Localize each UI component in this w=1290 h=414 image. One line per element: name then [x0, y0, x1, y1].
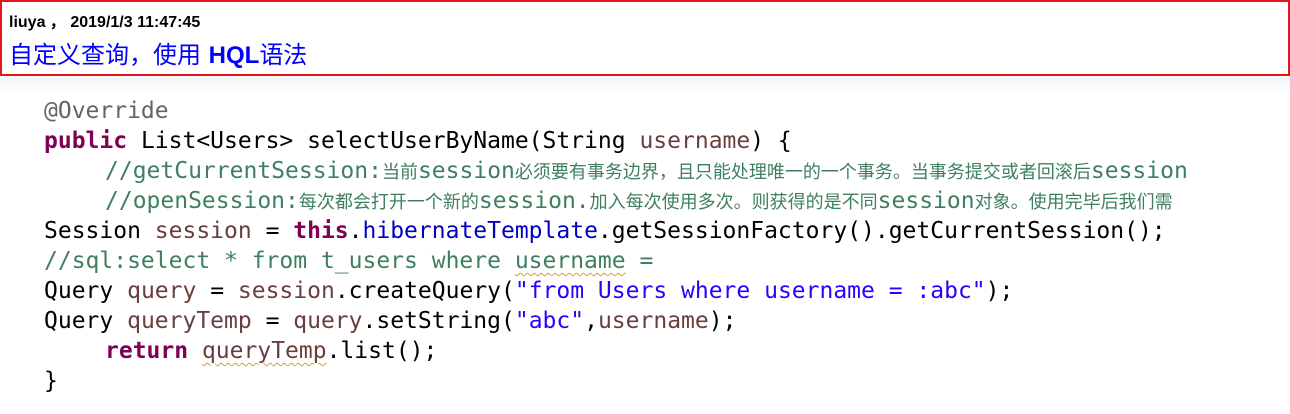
param-name-string: "abc": [514, 308, 585, 334]
var-session: session: [154, 218, 252, 244]
assign-op: =: [251, 218, 294, 244]
override-annotation: @Override: [44, 98, 169, 124]
code-line-6: //sql:select * from t_users where userna…: [44, 246, 653, 276]
note-title-suffix: 语法: [259, 41, 308, 69]
comment-text: session: [1090, 158, 1188, 184]
code-line-7: Query query = session.createQuery("from …: [44, 276, 1013, 306]
comment-text-spellcheck: username: [514, 248, 626, 274]
comment-note: liuya ， 2019/1/3 11:47:45 自定义查询，使用 HQL语法: [0, 0, 1290, 76]
comment-text: //getCurrentSession:: [105, 158, 382, 184]
code-line-3: //getCurrentSession:当前session必须要有事务边界，且只…: [105, 156, 1188, 186]
dot: .: [348, 218, 363, 244]
closing-brace: }: [44, 368, 58, 394]
type-session: Session: [44, 218, 155, 244]
code-line-2: public List<Users> selectUserByName(Stri…: [44, 126, 792, 156]
comment-text: 每次都会打开一个新的: [298, 192, 479, 213]
code-editor[interactable]: @Override public List<Users> selectUserB…: [0, 94, 1290, 414]
create-query-call: .createQuery(: [334, 278, 515, 304]
var-query-temp: queryTemp: [127, 308, 252, 334]
comment-open-session: //openSession:每次都会打开一个新的session.加入每次使用多次…: [105, 188, 1173, 214]
var-query-temp-ref: queryTemp: [201, 338, 327, 364]
var-query: query: [127, 278, 197, 304]
method-signature: List<Users> selectUserByName(String: [127, 128, 640, 154]
param-username-ref: username: [597, 308, 709, 334]
comment-text: //sql:select * from t_users where: [44, 248, 515, 274]
keyword-public: public: [44, 128, 128, 154]
note-title: 自定义查询，使用 HQL语法: [9, 35, 307, 70]
var-session-ref: session: [237, 278, 335, 304]
note-title-hql: HQL: [208, 42, 260, 69]
assign-op: =: [251, 308, 294, 334]
code-line-4: //openSession:每次都会打开一个新的session.加入每次使用多次…: [105, 186, 1173, 216]
field-hibernate-template: hibernateTemplate: [362, 218, 598, 244]
note-title-prefix: 自定义查询，使用: [9, 41, 209, 69]
keyword-return: return: [105, 338, 189, 364]
call-end: );: [708, 308, 737, 334]
comment-sql: //sql:select * from t_users where userna…: [44, 248, 653, 274]
signature-end: ) {: [750, 128, 792, 154]
comma: ,: [584, 308, 598, 334]
note-author-timestamp: liuya ， 2019/1/3 11:47:45: [9, 14, 201, 31]
code-line-9: return queryTemp.list();: [105, 336, 437, 366]
method-chain: .getSessionFactory().getCurrentSession()…: [597, 218, 1166, 244]
assign-op: =: [196, 278, 238, 304]
var-query-ref: query: [293, 308, 363, 334]
keyword-this: this: [293, 218, 349, 244]
call-end: );: [985, 278, 1014, 304]
hql-string: "from Users where username = :abc": [514, 278, 986, 304]
code-line-5: Session session = this.hibernateTemplate…: [44, 216, 1166, 246]
code-line-10: }: [44, 366, 58, 396]
code-line-1: @Override: [44, 96, 169, 126]
param-username: username: [639, 128, 751, 154]
comment-text: session.: [478, 188, 590, 214]
comment-text: =: [625, 248, 654, 274]
comment-text: 对象。使用完毕后我们需: [974, 192, 1173, 213]
comment-text: 必须要有事务边界，且只能处理唯一的一个事务。当事务提交或者回滚后: [514, 162, 1091, 183]
comment-text: //openSession:: [105, 188, 299, 214]
comment-text: session: [417, 158, 515, 184]
comment-text: 当前: [381, 162, 418, 183]
type-query: Query: [44, 308, 128, 334]
type-query: Query: [44, 278, 128, 304]
comment-text: session: [877, 188, 975, 214]
comment-text: 加入每次使用多次。则获得的是不同: [589, 192, 878, 213]
editor-top-strip: [0, 78, 1290, 94]
code-line-8: Query queryTemp = query.setString("abc",…: [44, 306, 736, 336]
set-string-call: .setString(: [362, 308, 515, 334]
comment-get-current-session: //getCurrentSession:当前session必须要有事务边界，且只…: [105, 158, 1188, 184]
list-call: .list();: [326, 338, 438, 364]
